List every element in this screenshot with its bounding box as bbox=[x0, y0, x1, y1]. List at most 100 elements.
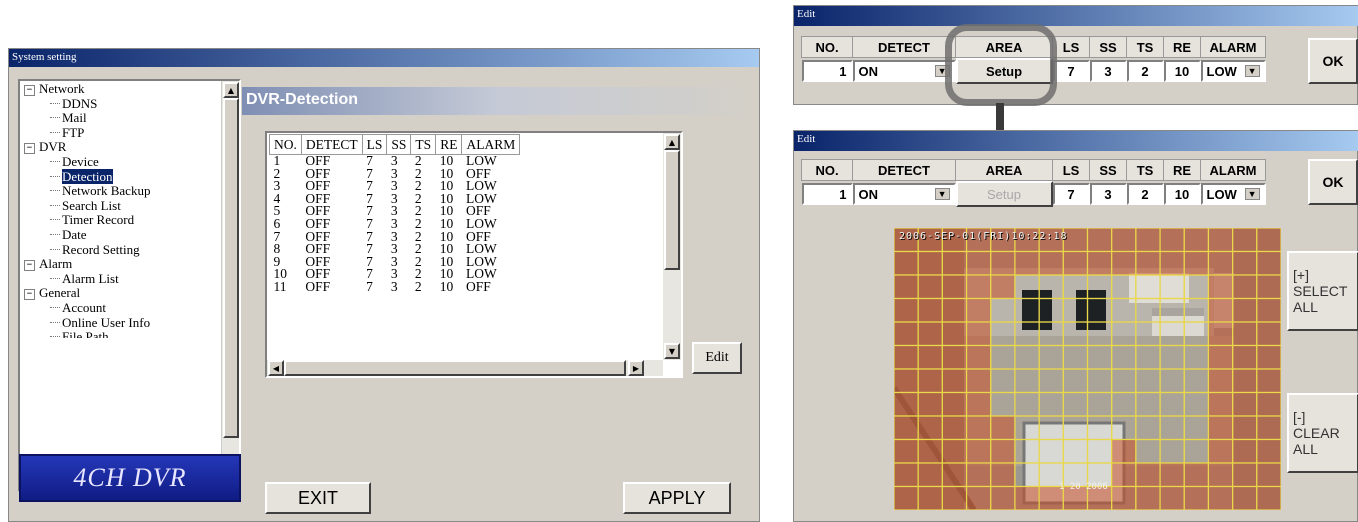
detection-cell[interactable] bbox=[1062, 368, 1089, 394]
detection-cell[interactable] bbox=[1159, 438, 1185, 464]
detection-cell[interactable] bbox=[1232, 438, 1258, 464]
collapse-icon[interactable]: − bbox=[24, 260, 35, 272]
settings-tree[interactable]: − Network DDNS Mail FTP − DVR Device Detection Ne… bbox=[18, 79, 241, 492]
tree-item[interactable]: Timer Record bbox=[24, 213, 220, 228]
detection-cell[interactable] bbox=[1256, 485, 1281, 511]
detection-list[interactable]: NO. DETECT LS SS TS RE ALARM 1 OFF 7 3 2 10 LOW 2 OFF 7… bbox=[265, 131, 683, 378]
detection-cell[interactable] bbox=[1183, 297, 1210, 323]
detection-cell[interactable] bbox=[1159, 462, 1185, 488]
detection-cell[interactable] bbox=[917, 462, 943, 488]
detection-cell[interactable] bbox=[1159, 274, 1185, 300]
tree-item[interactable]: Record Setting bbox=[24, 242, 220, 258]
detection-cell[interactable] bbox=[1183, 391, 1210, 417]
detection-cell[interactable] bbox=[1111, 297, 1137, 323]
detection-cell[interactable] bbox=[1207, 391, 1234, 417]
detection-cell[interactable] bbox=[990, 321, 1016, 347]
detection-cell[interactable] bbox=[894, 368, 919, 394]
detection-cell[interactable] bbox=[1086, 391, 1113, 417]
detection-cell[interactable] bbox=[1232, 321, 1258, 347]
detection-cell[interactable] bbox=[1256, 415, 1281, 441]
detection-cell[interactable] bbox=[1086, 321, 1113, 347]
detection-cell[interactable] bbox=[1183, 228, 1210, 253]
detection-cell[interactable] bbox=[965, 415, 992, 441]
detection-cell[interactable] bbox=[1232, 368, 1258, 394]
detection-cell[interactable] bbox=[965, 321, 992, 347]
tree-item[interactable]: Device bbox=[24, 154, 220, 170]
detection-cell[interactable] bbox=[1062, 321, 1089, 347]
detection-cell[interactable] bbox=[965, 368, 992, 394]
detection-cell[interactable] bbox=[1207, 228, 1234, 253]
detection-cell[interactable] bbox=[917, 344, 943, 370]
tree-item[interactable]: Search List bbox=[24, 198, 220, 214]
detection-cell[interactable] bbox=[990, 297, 1016, 323]
detection-cell[interactable] bbox=[917, 368, 943, 394]
detection-cell[interactable] bbox=[1135, 438, 1161, 464]
edit-bottom-ts[interactable]: 2 bbox=[1126, 183, 1164, 205]
detection-cell[interactable] bbox=[917, 297, 943, 323]
detection-cell[interactable] bbox=[990, 344, 1016, 370]
tree-item[interactable]: FTP bbox=[24, 125, 220, 141]
detection-cell[interactable] bbox=[894, 462, 919, 488]
detection-cell[interactable] bbox=[990, 274, 1016, 300]
edit-bottom-re[interactable]: 10 bbox=[1163, 183, 1201, 205]
tree-item[interactable]: Mail bbox=[24, 110, 220, 126]
detection-cell[interactable] bbox=[1014, 274, 1040, 300]
detection-cell[interactable] bbox=[1207, 250, 1234, 276]
edit-bottom-ok-button[interactable]: OK bbox=[1308, 159, 1358, 205]
detection-cell[interactable] bbox=[1062, 250, 1089, 276]
column-header[interactable]: RE bbox=[435, 134, 463, 155]
tree-item[interactable]: Alarm List bbox=[24, 271, 220, 287]
detection-cell[interactable] bbox=[965, 391, 992, 417]
detection-cell[interactable] bbox=[917, 321, 943, 347]
detection-cell[interactable] bbox=[1183, 344, 1210, 370]
detection-cell[interactable] bbox=[1086, 344, 1113, 370]
detection-cell[interactable] bbox=[1014, 321, 1040, 347]
detection-cell[interactable] bbox=[1183, 415, 1210, 441]
column-header[interactable]: SS bbox=[386, 134, 412, 155]
detection-cell[interactable] bbox=[1256, 321, 1281, 347]
detection-cell[interactable] bbox=[941, 415, 968, 441]
detection-cell[interactable] bbox=[1207, 485, 1234, 511]
detection-cell[interactable] bbox=[1207, 297, 1234, 323]
exit-button[interactable]: EXIT bbox=[265, 482, 371, 514]
detection-cell[interactable] bbox=[941, 391, 968, 417]
detection-cell[interactable] bbox=[1086, 274, 1113, 300]
detection-cell[interactable] bbox=[965, 438, 992, 464]
tree-item[interactable]: DDNS bbox=[24, 96, 220, 112]
detection-cell[interactable] bbox=[990, 391, 1016, 417]
detection-cell[interactable] bbox=[1232, 274, 1258, 300]
detection-cell[interactable] bbox=[1038, 274, 1064, 300]
dropdown-arrow-icon[interactable]: ▼ bbox=[1244, 65, 1260, 77]
list-hscrollbar[interactable]: ◀ ▶ bbox=[267, 360, 663, 376]
list-vscrollbar[interactable]: ▲ ▼ bbox=[663, 133, 681, 360]
detection-cell[interactable] bbox=[990, 485, 1016, 511]
detection-cell[interactable] bbox=[1159, 321, 1185, 347]
detection-cell[interactable] bbox=[1232, 344, 1258, 370]
detection-cell[interactable] bbox=[1135, 297, 1161, 323]
detection-cell[interactable] bbox=[1038, 344, 1064, 370]
detection-cell[interactable] bbox=[1014, 462, 1040, 488]
detection-cell[interactable] bbox=[1086, 250, 1113, 276]
detection-cell[interactable] bbox=[917, 438, 943, 464]
detection-cell[interactable] bbox=[1159, 391, 1185, 417]
detection-cell[interactable] bbox=[1135, 462, 1161, 488]
detection-cell[interactable] bbox=[990, 368, 1016, 394]
detection-cell[interactable] bbox=[1159, 297, 1185, 323]
detection-cell[interactable] bbox=[1256, 250, 1281, 276]
detection-cell[interactable] bbox=[1207, 321, 1234, 347]
detection-cell[interactable] bbox=[1014, 391, 1040, 417]
detection-cell[interactable] bbox=[1183, 368, 1210, 394]
detection-cell[interactable] bbox=[1183, 485, 1210, 511]
detection-cell[interactable] bbox=[1207, 438, 1234, 464]
detection-cell[interactable] bbox=[1014, 344, 1040, 370]
edit-top-re[interactable]: 10 bbox=[1163, 60, 1201, 82]
tree-item[interactable]: Online User Info bbox=[24, 315, 220, 331]
detection-cell[interactable] bbox=[1038, 250, 1064, 276]
dropdown-arrow-icon[interactable]: ▼ bbox=[1244, 188, 1260, 200]
edit-bottom-ss[interactable]: 3 bbox=[1089, 183, 1127, 205]
detection-grid[interactable] bbox=[894, 228, 1281, 510]
detection-cell[interactable] bbox=[1232, 250, 1258, 276]
tree-item[interactable]: − General bbox=[24, 286, 220, 301]
detection-cell[interactable] bbox=[1014, 485, 1040, 511]
edit-bottom-alarm-select[interactable]: LOW ▼ bbox=[1200, 183, 1266, 205]
